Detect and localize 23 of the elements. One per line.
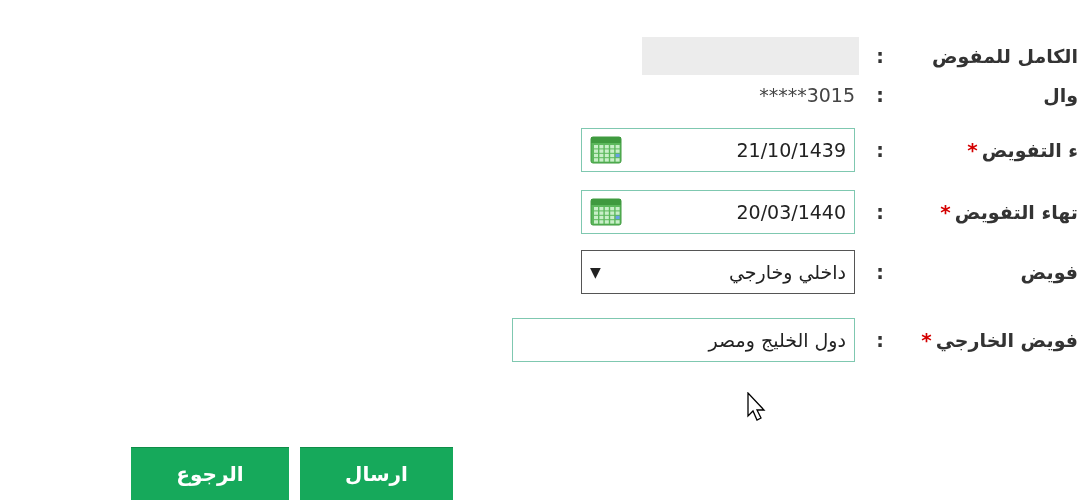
input-field[interactable]: دول الخليج ومصر (512, 318, 855, 362)
field-label: تهاء التفويض (954, 201, 1078, 223)
colon: : (875, 45, 885, 67)
calendar-icon[interactable] (590, 198, 622, 226)
field-label: فويض الخارجي (935, 329, 1078, 351)
field-label: وال (1043, 84, 1078, 106)
colon: : (875, 329, 885, 351)
required-mark: * (921, 328, 932, 352)
date-field[interactable]: 21/10/1439 (581, 128, 855, 172)
field-value: *****3015 (759, 84, 855, 106)
calendar-icon[interactable] (590, 136, 622, 164)
field-label: الكامل للمفوض (932, 45, 1078, 67)
colon: : (875, 201, 885, 223)
colon: : (875, 84, 885, 106)
field-label: فويض (1020, 261, 1078, 283)
required-mark: * (967, 138, 978, 162)
date-field[interactable]: 20/03/1440 (581, 190, 855, 234)
required-mark: * (940, 200, 951, 224)
colon: : (875, 261, 885, 283)
dropdown[interactable]: داخلي وخارجي ▼ (581, 250, 855, 294)
colon: : (875, 139, 885, 161)
field-label: ء التفويض (981, 139, 1078, 161)
cursor-icon (747, 392, 767, 422)
